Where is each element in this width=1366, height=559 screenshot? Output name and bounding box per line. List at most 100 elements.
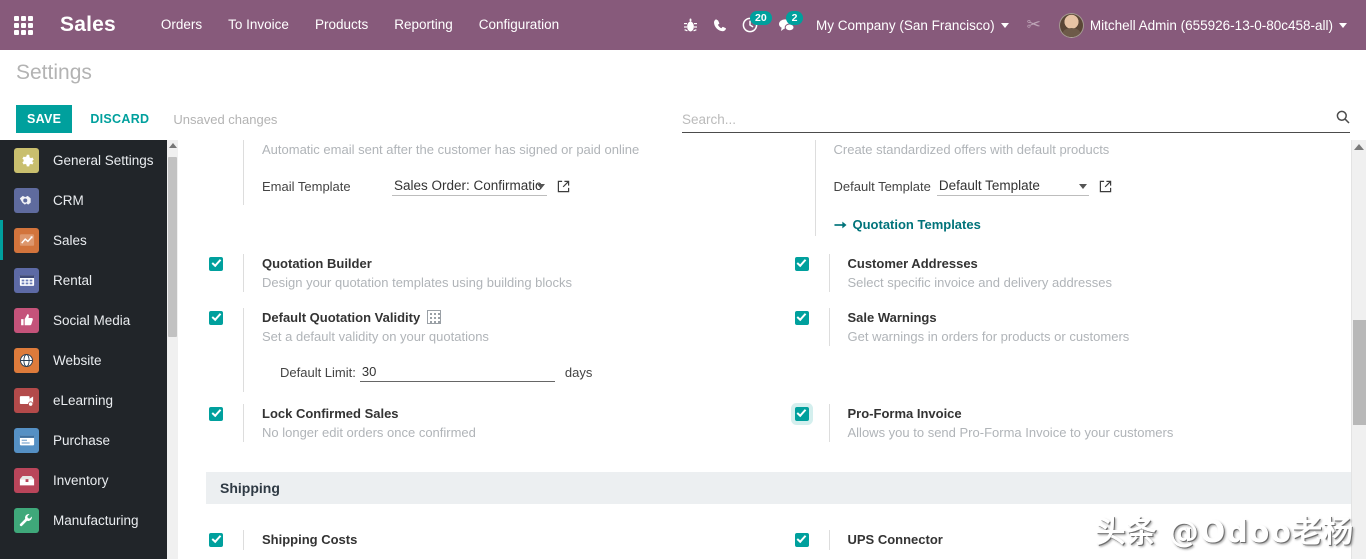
sidebar-item-manufacturing[interactable]: Manufacturing [0, 500, 178, 540]
sidebar-scrollbar[interactable] [167, 140, 178, 559]
setting-description: Get warnings in orders for products or c… [847, 328, 1130, 344]
company-name: My Company (San Francisco) [816, 17, 995, 33]
setting-ups-connector: UPS Connector [781, 529, 1366, 550]
chevron-down-icon [1000, 22, 1009, 28]
scroll-up-arrow-icon[interactable] [168, 143, 177, 148]
setting-title: Lock Confirmed Sales [262, 405, 399, 421]
setting-description: Select specific invoice and delivery add… [847, 274, 1112, 290]
menu-item-reporting[interactable]: Reporting [381, 0, 466, 50]
default-template-select[interactable]: Default Template [936, 177, 1089, 196]
messages-count-badge: 2 [786, 11, 804, 25]
scissors-icon[interactable]: ✂ [1018, 15, 1050, 35]
main-menu: Orders To Invoice Products Reporting Con… [148, 0, 572, 50]
bug-icon[interactable] [675, 0, 705, 50]
setting-checkbox[interactable] [209, 310, 223, 325]
setting-description: Set a default validity on your quotation… [262, 328, 489, 344]
setting-customer-addresses: Customer Addresses Select specific invoi… [781, 253, 1366, 292]
sidebar-item-rental[interactable]: Rental [0, 260, 178, 300]
quotation-templates-link-label: Quotation Templates [852, 217, 981, 232]
setting-checkbox[interactable] [794, 310, 809, 325]
setting-title: Customer Addresses [847, 255, 978, 271]
quotation-templates-link[interactable]: Quotation Templates [833, 217, 981, 232]
quotation-templates-description: Create standardized offers with default … [833, 142, 1110, 157]
navbar-systray: 20 2 My Company (San Francisco) ✂ Mitche… [675, 0, 1366, 50]
graduation-icon [14, 387, 39, 413]
sidebar-item-elearning[interactable]: eLearning [0, 380, 178, 420]
search-input[interactable] [682, 111, 1328, 127]
menu-item-configuration[interactable]: Configuration [466, 0, 572, 50]
setting-checkbox[interactable] [794, 406, 809, 421]
online-signature-description: Automatic email sent after the customer … [262, 142, 640, 157]
sidebar-item-inventory[interactable]: Inventory [0, 460, 178, 500]
setting-checkbox[interactable] [209, 256, 223, 271]
search-icon[interactable] [1328, 110, 1350, 128]
menu-item-products[interactable]: Products [302, 0, 381, 50]
settings-main-pane: Automatic email sent after the customer … [178, 140, 1366, 559]
main-scrollbar[interactable] [1351, 140, 1366, 559]
default-limit-label: Default Limit: [280, 365, 356, 380]
main-scrollbar-thumb[interactable] [1353, 320, 1366, 425]
discard-button[interactable]: DISCARD [78, 105, 161, 133]
sidebar-item-label: Inventory [53, 472, 109, 488]
setting-group-quotation-templates: Create standardized offers with default … [781, 140, 1366, 236]
avatar [1058, 12, 1084, 38]
sidebar-item-label: Social Media [53, 312, 131, 328]
sidebar-item-general-settings[interactable]: General Settings [0, 140, 178, 180]
default-template-label: Default Template [833, 178, 931, 194]
wrench-icon [14, 507, 39, 533]
email-template-value: Sales Order: Confirmatic [394, 177, 542, 193]
sidebar-item-label: Purchase [53, 432, 111, 448]
company-switcher[interactable]: My Company (San Francisco) [807, 0, 1018, 50]
sidebar-scrollbar-thumb[interactable] [168, 157, 177, 337]
setting-title: Quotation Builder [262, 255, 372, 271]
chevron-down-icon [537, 183, 545, 189]
sidebar-item-purchase[interactable]: Purchase [0, 420, 178, 460]
sidebar-item-website[interactable]: Website [0, 340, 178, 380]
setting-sale-warnings: Sale Warnings Get warnings in orders for… [781, 307, 1366, 346]
scroll-up-arrow-icon[interactable] [1354, 144, 1364, 150]
setting-checkbox[interactable] [209, 532, 223, 547]
setting-quotation-builder: Quotation Builder Design your quotation … [195, 253, 781, 292]
messaging-menu[interactable]: 2 [771, 0, 804, 50]
menu-item-to-invoice[interactable]: To Invoice [215, 0, 302, 50]
setting-checkbox[interactable] [794, 532, 809, 547]
setting-lock-confirmed-sales: Lock Confirmed Sales No longer edit orde… [195, 403, 781, 442]
sidebar-item-sales[interactable]: Sales [0, 220, 178, 260]
user-menu[interactable]: Mitchell Admin (655926-13-0-80c458-all) [1050, 0, 1356, 50]
sidebar-item-label: CRM [53, 192, 84, 208]
external-link-icon[interactable] [1099, 180, 1112, 193]
activity-menu[interactable]: 20 [735, 0, 772, 50]
setting-pro-forma-invoice: Pro-Forma Invoice Allows you to send Pro… [781, 403, 1366, 442]
sidebar-item-crm[interactable]: CRM [0, 180, 178, 220]
default-limit-unit: days [564, 365, 593, 380]
handshake-icon [14, 187, 39, 213]
email-template-select[interactable]: Sales Order: Confirmatic [392, 177, 547, 196]
phone-icon[interactable] [705, 0, 735, 50]
default-limit-input[interactable] [359, 363, 555, 382]
sidebar-item-social-media[interactable]: Social Media [0, 300, 178, 340]
calendar-icon [14, 267, 39, 293]
setting-shipping-costs: Shipping Costs [195, 529, 781, 550]
search-bar [682, 110, 1350, 133]
app-brand-sales[interactable]: Sales [46, 13, 122, 37]
apps-grid-icon[interactable] [0, 0, 46, 50]
setting-checkbox[interactable] [209, 406, 223, 421]
setting-title: Pro-Forma Invoice [847, 405, 962, 421]
sidebar-item-label: Manufacturing [53, 512, 139, 528]
external-link-icon[interactable] [557, 180, 570, 193]
save-button[interactable]: SAVE [16, 105, 73, 133]
control-panel: Settings SAVE DISCARD Unsaved changes [0, 50, 1366, 140]
action-buttons: SAVE DISCARD Unsaved changes [16, 105, 277, 133]
sidebar-item-label: General Settings [53, 152, 154, 168]
card-icon [14, 427, 39, 453]
setting-description: No longer edit orders once confirmed [262, 424, 476, 440]
thumbs-up-icon [14, 307, 39, 333]
settings-content: Automatic email sent after the customer … [178, 140, 1366, 559]
setting-title: UPS Connector [847, 531, 943, 547]
top-navbar: Sales Orders To Invoice Products Reporti… [0, 0, 1366, 50]
sidebar-item-label: Website [53, 352, 102, 368]
setting-description: Design your quotation templates using bu… [262, 274, 573, 290]
menu-item-orders[interactable]: Orders [148, 0, 215, 50]
email-template-label: Email Template [262, 178, 351, 194]
setting-checkbox[interactable] [794, 256, 809, 271]
